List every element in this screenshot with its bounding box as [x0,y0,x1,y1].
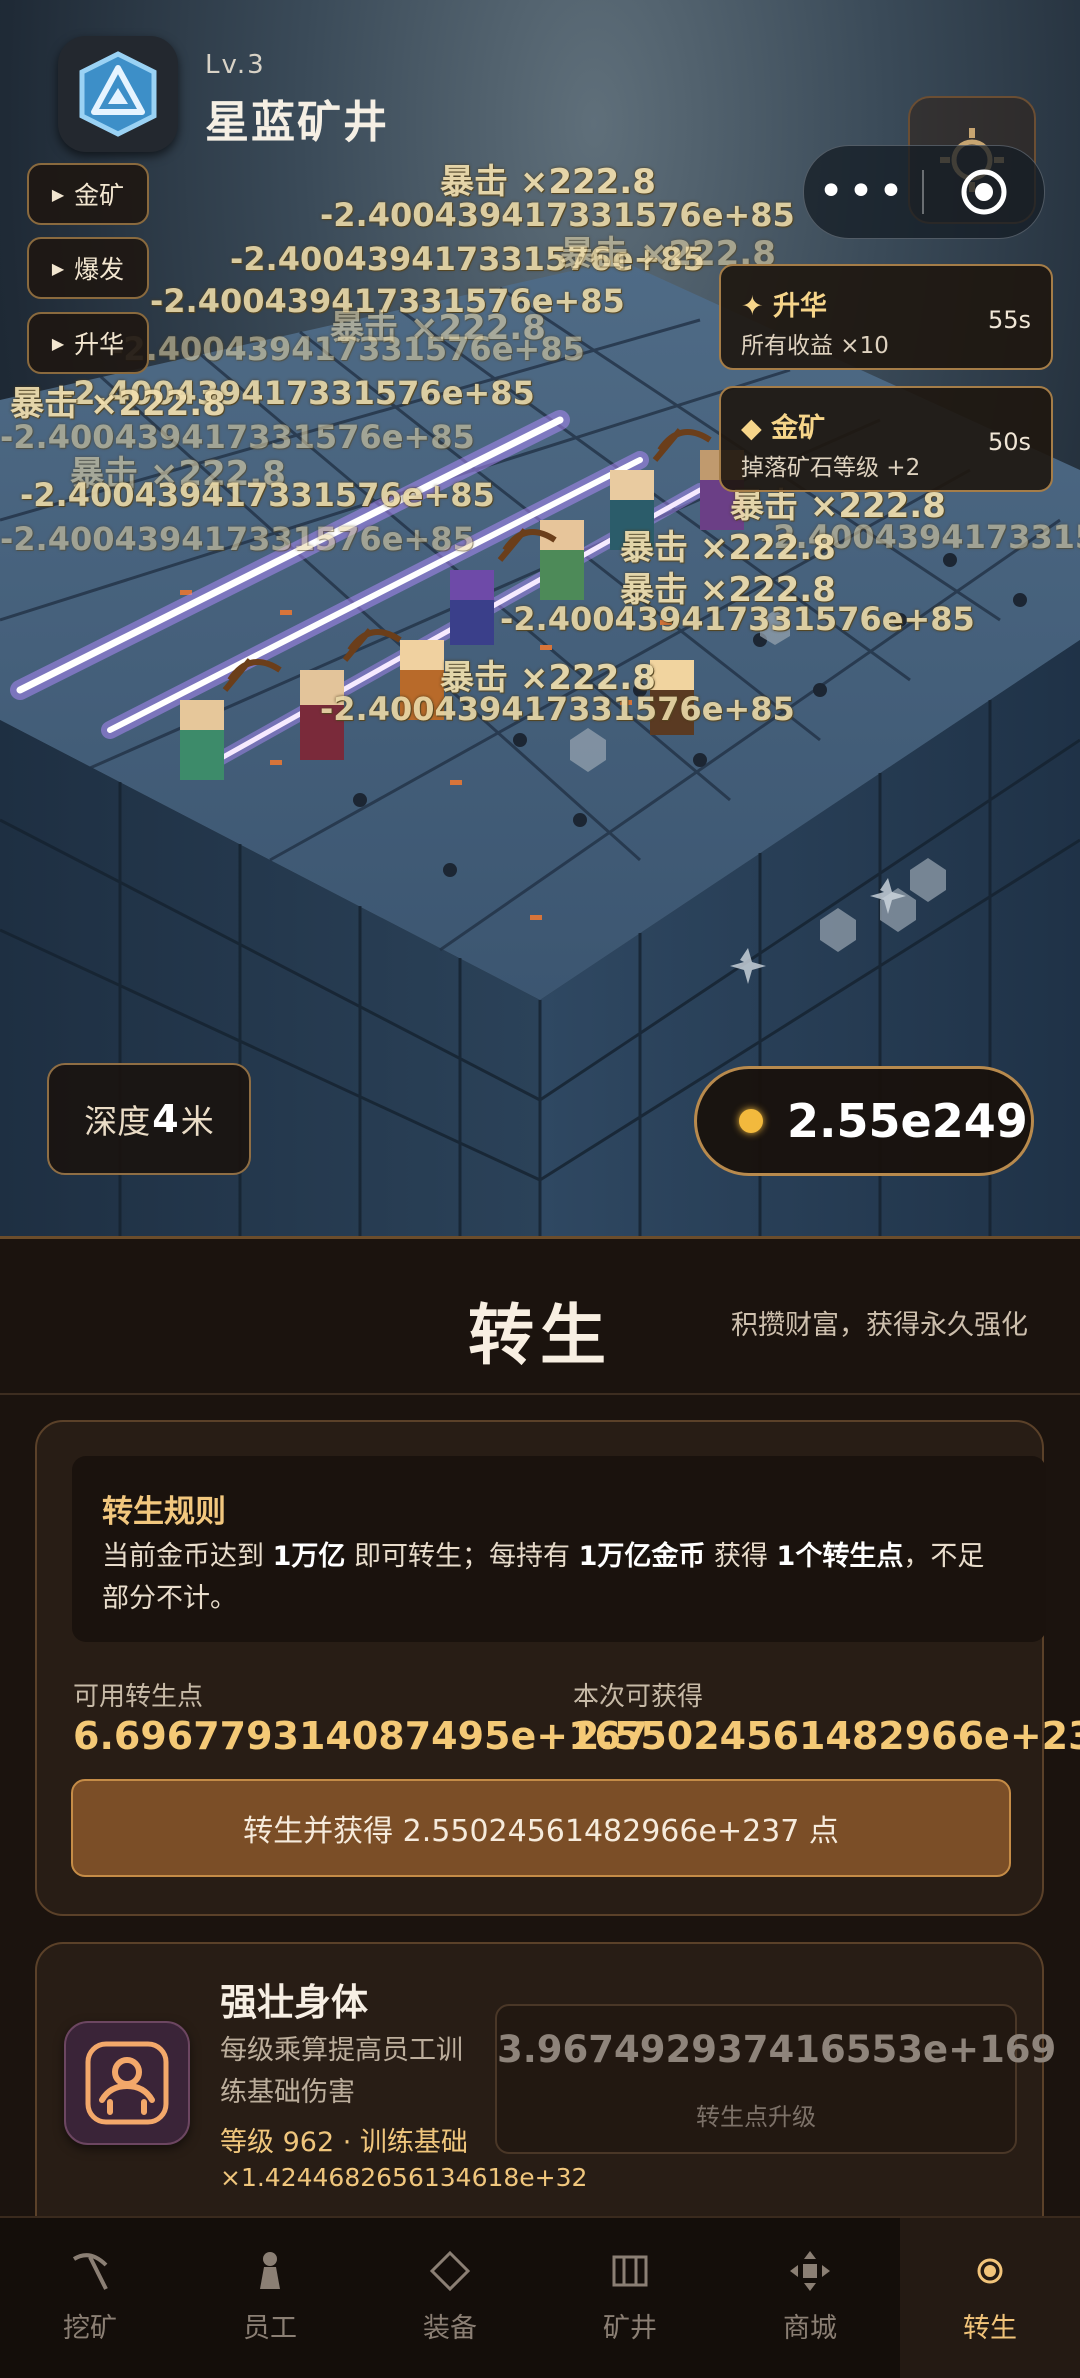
mine-level: Lv.3 [205,50,266,80]
buff-card-sublimate: ✦ 升华 所有收益 ×10 55s [719,264,1053,370]
upgrade-multiplier: ×1.4244682656134618e+32 [220,2163,588,2192]
tab-label: 装备 [423,2313,477,2344]
upgrade-cost-button[interactable]: 3.967492937416553e+169 转生点升级 [495,2004,1057,2154]
tab-equipment[interactable]: 装备 [360,2218,540,2378]
buff-title: ◆ 金矿 [741,413,826,444]
tab-shop[interactable]: 商城 [720,2218,900,2378]
more-dots-icon[interactable]: ••• [804,170,922,214]
gain-points-label: 本次可获得 [573,1682,704,1712]
skill-label: 爆发 [74,255,125,284]
upgrade-name: 强壮身体 [220,1981,368,2024]
play-triangle-icon: ▶ [51,184,65,204]
rebirth-rules: 转生规则 当前金币达到 1万亿 即可转生；每持有 1万亿金币 获得 1个转生点，… [72,1456,1046,1642]
tab-workers[interactable]: 员工 [180,2218,360,2378]
depth-unit: 米 [180,1102,214,1141]
game-scene[interactable]: 暴击 ×222.8 -2.4004394173315​76e+85 -2.400… [0,0,1080,1236]
shop-icon [786,2246,834,2296]
coin-value: 2.55e249 [787,1094,1028,1148]
header-divider [0,1393,1080,1395]
buff-title: ✦ 升华 [741,291,828,322]
record-target-icon [961,169,1007,215]
rebirth-card: 转生规则 当前金币达到 1万亿 即可转生；每持有 1万亿金币 获得 1个转生点，… [35,1420,1080,1916]
skill-button-sublimate[interactable]: ▶ 升华 [27,312,149,374]
diamond-icon: ◆ [741,413,772,444]
skill-button-gold[interactable]: ▶ 金矿 [27,163,149,225]
tab-label: 转生 [963,2313,1017,2344]
worker-icon [246,2246,294,2296]
close-button[interactable] [924,167,1044,217]
play-triangle-icon: ▶ [51,258,65,278]
rebirth-icon [966,2246,1014,2296]
damage-text: -2.4004394173315​76e+85 [500,600,975,638]
tab-label: 员工 [243,2313,297,2344]
damage-text: -2.4004394173315​76e+85 [20,476,495,514]
tab-label: 矿井 [603,2313,657,2344]
damage-text: -2.4004394173315​76e+85 [0,520,475,558]
mountain-gem-icon [79,51,157,137]
buff-desc: 所有收益 ×10 [741,333,889,359]
rebirth-button[interactable]: 转生并获得 2.55024561482966e+237 点 [71,1779,1011,1877]
mine-logo [58,36,178,152]
play-triangle-icon: ▶ [51,333,65,353]
skill-label: 升华 [74,330,125,359]
upgrade-card: 强壮身体 每级乘算提高员工训练基础伤害 等级 962 · 训练基础 ×1.424… [35,1942,1057,2216]
gain-points-value: 2.55024561482966e+237 [573,1714,1080,1758]
mine-name: 星蓝矿井 [205,97,389,148]
skill-label: 金矿 [74,181,125,210]
rules-title: 转生规则 [102,1494,226,1530]
rules-text: 当前金币达到 1万亿 即可转生；每持有 1万亿金币 获得 1个转生点，不足部分不… [102,1541,985,1614]
upgrade-level: 等级 962 · 训练基础 [220,2127,468,2158]
upgrade-icon [64,2021,190,2145]
available-points-label: 可用转生点 [73,1682,204,1712]
panel-divider [0,1236,1080,1239]
damage-text: -2.4004394173315​76e+85 [320,690,795,728]
depth-value: 4 [152,1097,179,1141]
buff-desc: 掉落矿石等级 +2 [741,455,921,481]
panel-subtitle: 积攒财富，获得永久强化 [731,1310,1028,1341]
buff-card-gold: ◆ 金矿 掉落矿石等级 +2 50s [719,386,1053,492]
tab-mineshaft[interactable]: 矿井 [540,2218,720,2378]
mineshaft-icon [606,2246,654,2296]
upgrade-cost-label: 转生点升级 [696,2103,816,2131]
available-points-value: 6.696779314087495e+167 [73,1714,648,1758]
buff-timer: 50s [987,428,1031,456]
upgrade-desc: 每级乘算提高员工训练基础伤害 [220,2035,463,2108]
coin-counter: 2.55e249 [694,1066,1034,1176]
depth-prefix: 深度 [84,1102,151,1141]
pickaxe-icon [66,2246,114,2296]
damage-text: -2.4004394173315​76e+85 [110,330,585,368]
sparkle-icon: ✦ [741,291,774,322]
upgrade-cost: 3.967492937416553e+169 [497,2028,1057,2071]
tab-label: 挖矿 [63,2313,117,2344]
coin-icon [739,1109,763,1133]
tab-rebirth[interactable]: 转生 [900,2218,1080,2378]
tab-mining[interactable]: 挖矿 [0,2218,180,2378]
strong-body-icon [85,2041,169,2125]
diamond-icon [426,2246,474,2296]
depth-indicator: 深度 4 米 [47,1063,251,1175]
tab-label: 商城 [783,2313,837,2344]
bottom-tab-bar: 挖矿 员工 装备 矿井 商城 转生 [0,2216,1080,2378]
miniprogram-capsule: ••• [803,145,1045,239]
skill-button-burst[interactable]: ▶ 爆发 [27,237,149,299]
buff-timer: 55s [987,306,1031,334]
